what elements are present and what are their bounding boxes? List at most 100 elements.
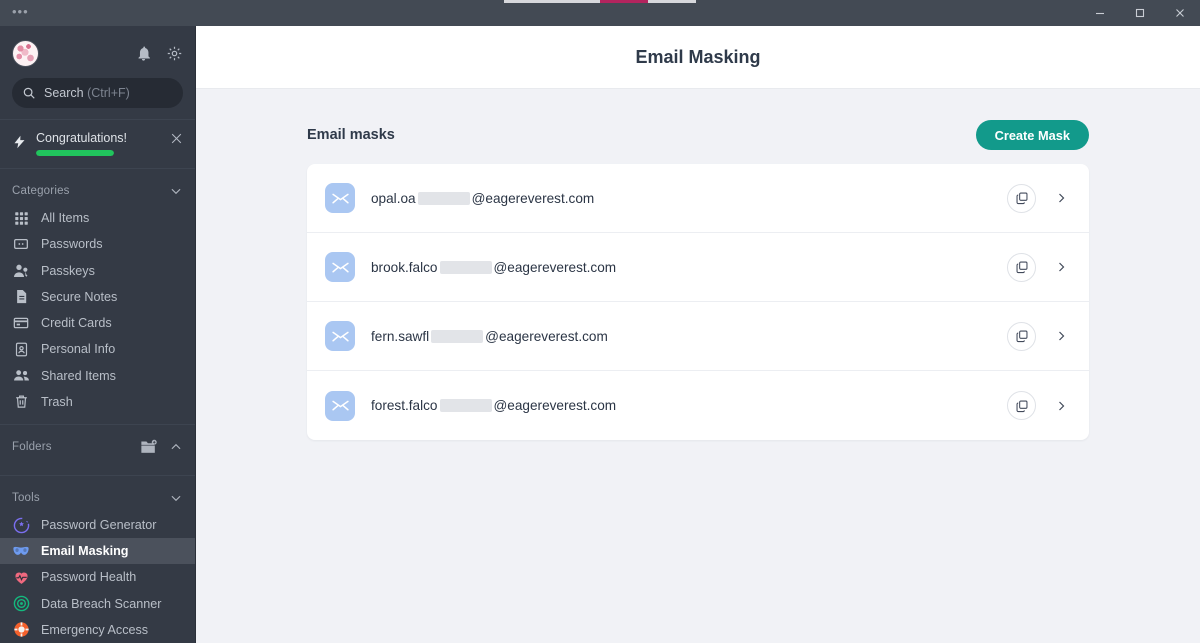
- email-mask-row[interactable]: forest.falco@eagereverest.com: [307, 371, 1089, 440]
- chevron-up-icon[interactable]: [169, 440, 183, 454]
- lightning-icon: [12, 131, 27, 151]
- password-generator-icon: [12, 517, 30, 534]
- email-prefix: opal.oa: [371, 191, 416, 206]
- sidebar-item-label: Data Breach Scanner: [41, 597, 161, 611]
- email-mask-icon: [12, 544, 30, 559]
- title-bar: •••: [0, 0, 1200, 26]
- sidebar-header: Search (Ctrl+F): [0, 26, 195, 108]
- banner-close-icon[interactable]: [170, 131, 183, 145]
- new-folder-icon[interactable]: [140, 439, 158, 455]
- search-input[interactable]: Search (Ctrl+F): [12, 78, 183, 108]
- sidebar-item-shared-items[interactable]: Shared Items: [0, 362, 195, 388]
- chevron-down-icon[interactable]: [169, 184, 183, 198]
- email-mask-address: fern.sawfl @eagereverest.com: [371, 329, 608, 344]
- tab-segment[interactable]: [552, 0, 600, 3]
- page-header: Email Masking: [196, 26, 1200, 89]
- search-icon: [22, 86, 36, 100]
- sidebar-item-passkeys[interactable]: Passkeys: [0, 258, 195, 284]
- page-content: Email masks Create Mask opal.oa @eagereve…: [196, 89, 1200, 643]
- sidebar-item-password-generator[interactable]: Password Generator: [0, 512, 195, 538]
- copy-icon[interactable]: [1007, 253, 1036, 282]
- chevron-right-icon[interactable]: [1055, 260, 1067, 274]
- sidebar-item-secure-notes[interactable]: Secure Notes: [0, 284, 195, 310]
- tab-strip[interactable]: [504, 0, 696, 3]
- gear-icon[interactable]: [166, 45, 183, 62]
- banner-title: Congratulations!: [36, 131, 161, 145]
- emergency-access-icon: [12, 621, 30, 638]
- application-window: •••: [0, 0, 1200, 643]
- search-label: Search (Ctrl+F): [44, 86, 130, 100]
- envelope-icon: [325, 183, 355, 213]
- sidebar-item-label: Shared Items: [41, 369, 116, 383]
- minimize-icon[interactable]: [1080, 0, 1120, 26]
- section-title: Tools: [12, 492, 40, 504]
- section-header-tools[interactable]: Tools: [0, 484, 195, 512]
- redacted-segment: [431, 330, 483, 343]
- avatar[interactable]: [12, 40, 39, 67]
- close-icon[interactable]: [1160, 0, 1200, 26]
- row-actions: [1007, 391, 1067, 420]
- password-health-icon: [12, 569, 30, 586]
- sidebar-item-label: Credit Cards: [41, 316, 112, 330]
- main-area: Email Masking Email masks Create Mask op…: [196, 26, 1200, 643]
- create-mask-button[interactable]: Create Mask: [976, 120, 1089, 150]
- copy-icon[interactable]: [1007, 322, 1036, 351]
- sidebar-item-label: Password Health: [41, 570, 136, 584]
- notifications-icon[interactable]: [135, 45, 152, 62]
- people-icon: [12, 367, 30, 384]
- email-domain: @eagereverest.com: [472, 191, 595, 206]
- sidebar-item-label: Email Masking: [41, 544, 129, 558]
- sidebar-item-password-health[interactable]: Password Health: [0, 564, 195, 590]
- email-prefix: forest.falco: [371, 398, 438, 413]
- email-domain: @eagereverest.com: [485, 329, 608, 344]
- email-domain: @eagereverest.com: [494, 260, 617, 275]
- sidebar-item-label: All Items: [41, 211, 89, 225]
- sidebar-item-trash[interactable]: Trash: [0, 389, 195, 415]
- envelope-icon: [325, 252, 355, 282]
- sidebar-item-label: Password Generator: [41, 518, 157, 532]
- envelope-icon: [325, 321, 355, 351]
- section-header-folders[interactable]: Folders: [0, 433, 195, 461]
- copy-icon[interactable]: [1007, 391, 1036, 420]
- trash-icon: [12, 394, 30, 409]
- sidebar-item-credit-cards[interactable]: Credit Cards: [0, 310, 195, 336]
- sidebar-item-label: Trash: [41, 395, 73, 409]
- sidebar-item-label: Passwords: [41, 237, 103, 251]
- sidebar-item-emergency-access[interactable]: Emergency Access: [0, 617, 195, 643]
- maximize-icon[interactable]: [1120, 0, 1160, 26]
- email-mask-row[interactable]: opal.oa @eagereverest.com: [307, 164, 1089, 233]
- sidebar-item-email-masking[interactable]: Email Masking: [0, 538, 195, 564]
- credit-card-icon: [12, 315, 30, 331]
- tab-segment[interactable]: [648, 0, 696, 3]
- email-mask-address: opal.oa @eagereverest.com: [371, 191, 594, 206]
- copy-icon[interactable]: [1007, 184, 1036, 213]
- list-title: Email masks: [307, 127, 395, 143]
- email-mask-row[interactable]: fern.sawfl @eagereverest.com: [307, 302, 1089, 371]
- section-title: Folders: [12, 441, 52, 453]
- email-mask-address: forest.falco@eagereverest.com: [371, 398, 616, 413]
- section-header-categories[interactable]: Categories: [0, 177, 195, 205]
- email-prefix: brook.falco: [371, 260, 438, 275]
- chevron-right-icon[interactable]: [1055, 399, 1067, 413]
- data-breach-icon: [12, 595, 30, 612]
- sidebar-item-personal-info[interactable]: Personal Info: [0, 336, 195, 362]
- sidebar-item-data-breach-scanner[interactable]: Data Breach Scanner: [0, 591, 195, 617]
- note-icon: [12, 289, 30, 304]
- overflow-menu-icon[interactable]: •••: [12, 6, 29, 18]
- row-actions: [1007, 322, 1067, 351]
- sidebar-item-passwords[interactable]: Passwords: [0, 231, 195, 257]
- sidebar-item-label: Personal Info: [41, 342, 115, 356]
- window-body: Search (Ctrl+F) Congratulations! Categor…: [0, 26, 1200, 643]
- tab-segment-active[interactable]: [600, 0, 648, 3]
- chevron-right-icon[interactable]: [1055, 191, 1067, 205]
- sidebar-item-label: Passkeys: [41, 264, 95, 278]
- chevron-right-icon[interactable]: [1055, 329, 1067, 343]
- sidebar-item-all-items[interactable]: All Items: [0, 205, 195, 231]
- email-prefix: fern.sawfl: [371, 329, 429, 344]
- grid-icon: [12, 211, 30, 226]
- chevron-down-icon[interactable]: [169, 491, 183, 505]
- envelope-icon: [325, 391, 355, 421]
- email-mask-row[interactable]: brook.falco @eagereverest.com: [307, 233, 1089, 302]
- id-card-icon: [12, 342, 30, 357]
- tab-segment[interactable]: [504, 0, 552, 3]
